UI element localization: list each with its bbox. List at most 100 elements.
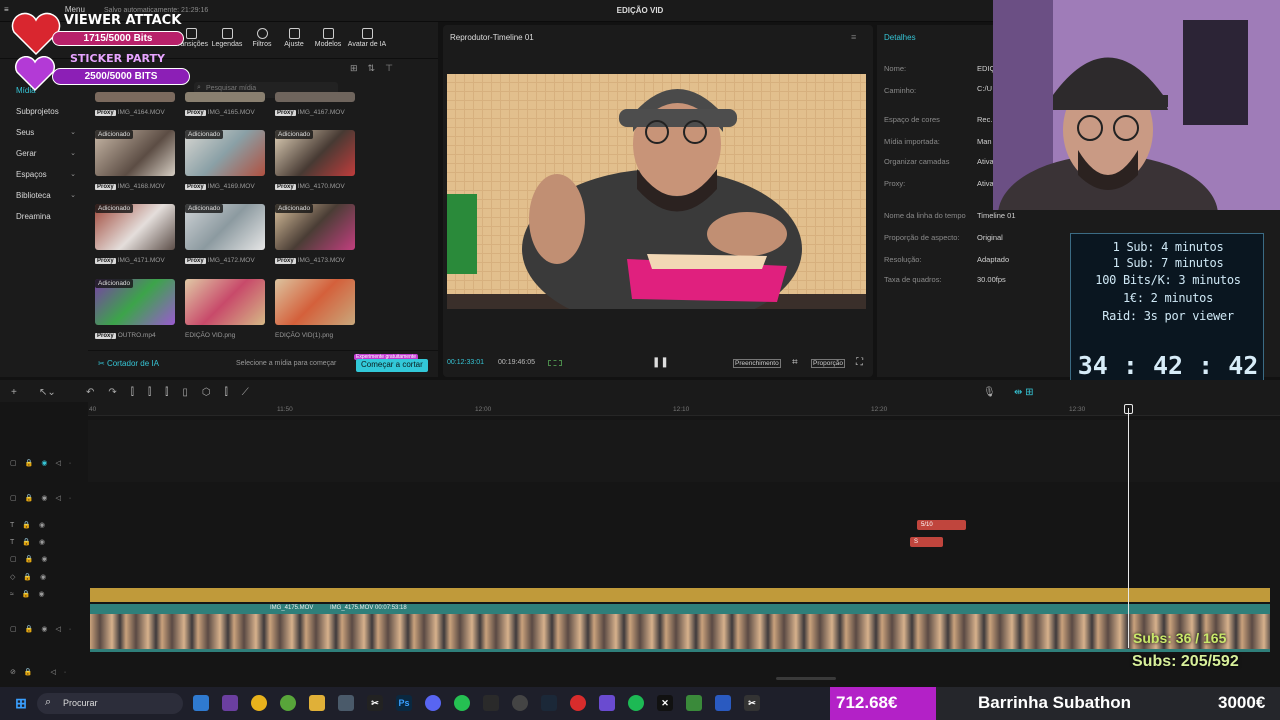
timer-rule: Raid: 3s por viewer <box>1102 309 1234 323</box>
viewer-attack-title: VIEWER ATTACK <box>64 13 182 28</box>
steam-icon[interactable] <box>541 695 557 711</box>
media-thumb-label: Proxy IMG_4172.MOV <box>185 257 255 264</box>
media-thumb-label: EDIÇÃO VID(1).png <box>275 332 334 339</box>
video-clip-filmstrip[interactable] <box>90 614 1270 652</box>
media-thumb[interactable]: Adicionado <box>185 130 265 176</box>
ruler-label: 11:50 <box>277 406 293 413</box>
track-controls[interactable]: ⊘🔒 ◁· <box>10 668 74 676</box>
timeline-scrollbar[interactable] <box>776 677 836 680</box>
add-track-icon[interactable]: + <box>11 387 17 398</box>
viewer-attack-progress: 1715/5000 Bits <box>52 31 184 46</box>
media-thumb[interactable]: Adicionado <box>275 130 355 176</box>
player-title: Reprodutor-Timeline 01 <box>450 33 534 42</box>
app-icon[interactable] <box>599 695 615 711</box>
media-thumb-label: Proxy IMG_4170.MOV <box>275 183 345 190</box>
capcut-active-icon[interactable]: ✂ <box>744 695 760 711</box>
media-thumb[interactable]: Adicionado <box>95 279 175 325</box>
x-icon[interactable]: ✕ <box>657 695 673 711</box>
track-controls[interactable]: ▢🔒◉◁· <box>10 459 79 467</box>
audio-clip[interactable] <box>90 588 1270 602</box>
text-clip-label: 5/10 <box>921 522 933 528</box>
track-controls[interactable]: ▢🔒◉ <box>10 555 55 563</box>
total-time: 00:19:46:05 <box>498 359 535 366</box>
app-icon[interactable] <box>686 695 702 711</box>
detail-value: Rec. <box>977 115 993 124</box>
link-icon[interactable]: ⇹ ⊞ <box>1014 387 1034 398</box>
fill-button[interactable]: Preenchimento <box>733 359 781 368</box>
ruler-label: 12:00 <box>475 406 492 413</box>
pause-button[interactable]: ❚❚ <box>652 357 669 368</box>
start-cutting-button[interactable]: Começar a cortar <box>356 359 428 372</box>
track-controls[interactable]: ▢🔒◉◁· <box>10 625 79 633</box>
taskbar-search[interactable]: ⌕ Procurar <box>37 693 183 714</box>
app-icon[interactable] <box>512 695 528 711</box>
timer-rule: 100 Bits/K: 3 minutos <box>1095 273 1241 287</box>
video-clip-header[interactable] <box>90 604 1270 614</box>
app-icon[interactable] <box>222 695 238 711</box>
text-clip-label: S <box>914 539 919 545</box>
media-thumb-label: Proxy IMG_4169.MOV <box>185 183 255 190</box>
media-thumb[interactable] <box>95 92 175 102</box>
track-controls[interactable]: T🔒◉ <box>10 538 53 546</box>
windows-start-icon[interactable]: ⊞ <box>13 695 29 711</box>
media-thumb-label: Proxy IMG_4168.MOV <box>95 183 165 190</box>
snapshot-icon[interactable]: ⌗ <box>792 357 798 368</box>
app-icon[interactable] <box>570 695 586 711</box>
capcut-icon[interactable]: ✂ <box>367 695 383 711</box>
subathon-title: Barrinha Subathon <box>978 693 1132 712</box>
detail-value: 30.00fps <box>977 275 1006 284</box>
player-menu-icon[interactable]: ≡ <box>851 32 856 42</box>
epic-games-icon[interactable] <box>483 695 499 711</box>
notepad-icon[interactable] <box>715 695 731 711</box>
media-thumb[interactable] <box>185 92 265 102</box>
video-frame[interactable] <box>447 74 866 309</box>
edit-tools[interactable]: ↶↷⫿⫿⫿▯⬡⫿⟋ <box>86 387 263 398</box>
detail-label: Taxa de quadros: <box>884 275 942 284</box>
select-tool-icon[interactable]: ↖⌄ <box>39 387 56 398</box>
media-thumb[interactable] <box>275 279 355 325</box>
photoshop-icon[interactable]: Ps <box>396 695 412 711</box>
track-controls[interactable]: ◇🔒◉ <box>10 573 54 581</box>
mic-icon[interactable]: 🎙 <box>983 387 996 398</box>
subs-counter-2: Subs: 205/592 <box>1132 653 1239 670</box>
webcam-image <box>993 0 1280 210</box>
chrome-icon[interactable] <box>251 695 267 711</box>
detail-value: Timeline 01 <box>977 211 1016 220</box>
track-controls[interactable]: ▢🔒◉◁· <box>10 494 79 502</box>
media-thumb-label: Proxy IMG_4171.MOV <box>95 257 165 264</box>
video-frame-image <box>447 74 866 309</box>
folder-icon[interactable] <box>309 695 325 711</box>
playhead-handle[interactable] <box>1124 404 1133 414</box>
detail-value: Adaptado <box>977 255 1010 264</box>
details-tab[interactable]: Detalhes <box>884 33 916 42</box>
widgets-icon[interactable] <box>193 695 209 711</box>
text-clip[interactable]: 5/10 <box>917 520 966 530</box>
media-thumb-label: EDIÇÃO VID.png <box>185 332 236 339</box>
media-thumb[interactable]: Adicionado <box>185 204 265 250</box>
calculator-icon[interactable] <box>338 695 354 711</box>
media-thumb[interactable]: Adicionado <box>95 204 175 250</box>
detail-value: Ativa <box>977 157 994 166</box>
text-clip[interactable]: S <box>910 537 943 547</box>
media-thumb-label: Proxy IMG_4167.MOV <box>275 109 345 116</box>
countdown-clock: 34 : 42 : 42 <box>1077 351 1259 380</box>
subathon-timer: 1 Sub: 4 minutos 1 Sub: 7 minutos 100 Bi… <box>1070 233 1264 399</box>
media-thumb[interactable]: Adicionado <box>95 130 175 176</box>
media-thumb[interactable]: Adicionado <box>275 204 355 250</box>
ai-cutter-label[interactable]: ✂ Cortador de IA <box>98 359 159 368</box>
timer-rule: 1 Sub: 4 minutos <box>1112 240 1224 254</box>
track-controls[interactable]: ≈🔒◉ <box>10 590 53 598</box>
app-icon[interactable] <box>280 695 296 711</box>
media-thumb[interactable] <box>185 279 265 325</box>
discord-icon[interactable] <box>425 695 441 711</box>
playhead[interactable] <box>1128 408 1129 648</box>
bits-progress-1: 1715/5000 Bits <box>83 33 153 44</box>
media-thumb[interactable] <box>275 92 355 102</box>
media-thumb-label: Proxy OUTRO.mp4 <box>95 332 156 339</box>
ruler-label: 12:20 <box>871 406 888 413</box>
ratio-button[interactable]: Proporção <box>811 359 845 368</box>
track-controls[interactable]: T🔒◉ <box>10 521 53 529</box>
whatsapp-icon[interactable] <box>454 695 470 711</box>
spotify-icon[interactable] <box>628 695 644 711</box>
fullscreen-icon[interactable]: ⛶ <box>856 357 863 368</box>
